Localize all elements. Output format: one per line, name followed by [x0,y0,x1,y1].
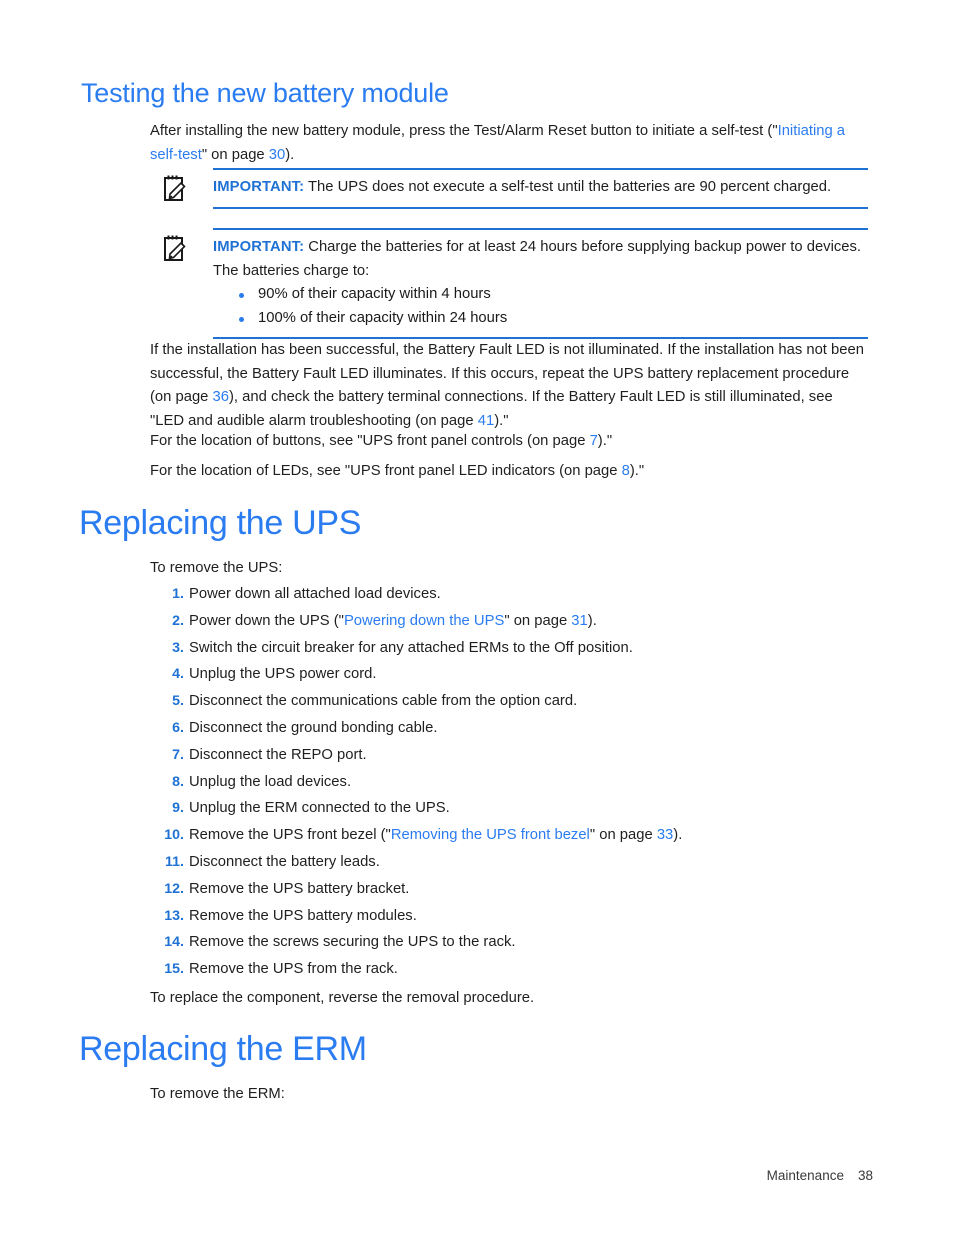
page-reference-31[interactable]: 31 [571,613,587,629]
page-title-replacing-the-erm: Replacing the ERM [79,1030,367,1068]
list-text: Switch the circuit breaker for any attac… [189,639,633,656]
list-text: Disconnect the REPO port. [189,746,367,763]
intro-replacing-erm: To remove the ERM: [150,1086,285,1102]
list-item: 10. Remove the UPS front bezel ("Removin… [150,824,870,851]
list-text: Remove the UPS battery modules. [189,907,417,924]
list-text: Unplug the load devices. [189,773,352,790]
list-item: 6. Disconnect the ground bonding cable. [150,717,870,744]
list-number: 8. [172,773,184,790]
step2-mid: " on page [504,612,572,629]
list-item: 9. Unplug the ERM connected to the UPS. [150,797,870,824]
page-reference-8[interactable]: 8 [622,463,630,479]
leds-text-part2: )." [629,463,645,479]
page-footer: Maintenance 38 [767,1168,873,1183]
list-text: Unplug the UPS power cord. [189,666,377,683]
list-item: 3. Switch the circuit breaker for any at… [150,637,870,664]
list-number: 4. [172,666,184,683]
important-label: IMPORTANT: [213,239,305,255]
link-powering-down-the-ups[interactable]: Powering down the UPS [344,613,504,629]
list-number: 3. [172,639,184,656]
list-number: 13. [164,907,184,924]
step2-post: ). [587,612,597,629]
intro-text-tail: ). [285,146,295,163]
result-text-part3: )." [494,412,509,429]
step10-pre: Remove the UPS front bezel (" [189,827,391,844]
list-text: Remove the UPS front bezel ("Removing th… [189,824,682,847]
important-note-1-body: IMPORTANT: The UPS does not execute a se… [213,168,868,209]
link-removing-the-ups-front-bezel[interactable]: Removing the UPS front bezel [391,827,590,843]
page-reference-36[interactable]: 36 [213,389,229,405]
list-number: 9. [172,800,184,817]
list-item: 8. Unplug the load devices. [150,771,870,798]
note-pencil-icon [163,174,191,204]
list-text: Power down all attached load devices. [189,586,441,602]
page-reference-41[interactable]: 41 [478,413,494,429]
note-pencil-icon [163,234,191,264]
list-number: 11. [165,853,184,870]
list-item: 2. Power down the UPS ("Powering down th… [150,610,870,637]
list-text: Unplug the ERM connected to the UPS. [189,800,450,817]
paragraph-installation-result: If the installation has been successful,… [150,339,868,433]
list-text: Remove the UPS battery bracket. [189,880,410,897]
page-title-testing-battery-module: Testing the new battery module [81,78,449,108]
list-number: 12. [164,880,184,897]
intro-text-before-link: After installing the new battery module,… [150,123,778,139]
list-number: 5. [172,693,184,710]
important-note-2-text: Charge the batteries for at least 24 hou… [213,239,862,279]
document-page: Testing the new battery module After ins… [0,0,954,1235]
list-text: Remove the UPS from the rack. [189,961,398,978]
page-reference-7[interactable]: 7 [590,433,598,449]
important-note-2-bullet-list: 90% of their capacity within 4 hours 100… [213,283,868,330]
list-item: 90% of their capacity within 4 hours [233,283,868,307]
paragraph-buttons-location: For the location of buttons, see "UPS fr… [150,430,868,454]
page-reference-30[interactable]: 30 [269,147,285,163]
list-number: 1. [172,586,184,602]
list-text: Remove the screws securing the UPS to th… [189,934,516,951]
intro-paragraph-testing: After installing the new battery module,… [150,120,868,167]
list-item: 5. Disconnect the communications cable f… [150,690,870,717]
list-item: 12. Remove the UPS battery bracket. [150,878,870,905]
list-number: 15. [164,961,184,978]
paragraph-leds-location: For the location of LEDs, see "UPS front… [150,460,868,484]
list-text: Disconnect the ground bonding cable. [189,719,438,736]
intro-replacing-ups: To remove the UPS: [150,560,283,576]
list-item: 100% of their capacity within 24 hours [233,307,868,331]
list-item: 14. Remove the screws securing the UPS t… [150,931,870,958]
intro-text-after-link: " on page [201,146,269,163]
list-text: Power down the UPS ("Powering down the U… [189,610,597,633]
leds-text-part1: For the location of LEDs, see "UPS front… [150,463,622,479]
important-note-1-text: The UPS does not execute a self-test unt… [307,179,832,195]
list-item: 1. Power down all attached load devices. [150,583,870,610]
list-item: 15. Remove the UPS from the rack. [150,958,870,985]
list-number: 10. [164,827,184,844]
page-reference-33[interactable]: 33 [657,827,673,843]
page-title-replacing-the-ups: Replacing the UPS [79,504,362,542]
list-number: 2. [172,612,184,629]
list-item: 7. Disconnect the REPO port. [150,744,870,771]
important-label: IMPORTANT: [213,179,305,195]
buttons-text-part1: For the location of buttons, see "UPS fr… [150,433,590,449]
list-text: Disconnect the battery leads. [189,853,380,870]
list-item: 4. Unplug the UPS power cord. [150,663,870,690]
buttons-text-part2: )." [597,433,613,449]
list-text: Disconnect the communications cable from… [189,693,578,710]
footer-page-number: 38 [857,1168,873,1183]
step10-post: ). [673,827,683,844]
important-note-2: IMPORTANT: Charge the batteries for at l… [163,228,868,339]
step10-mid: " on page [589,827,657,844]
step2-pre: Power down the UPS (" [189,612,344,629]
footer-section-name: Maintenance [766,1168,844,1183]
important-note-1: IMPORTANT: The UPS does not execute a se… [163,168,868,209]
ordered-list-replacing-ups: 1. Power down all attached load devices.… [150,583,870,985]
list-item: 11. Disconnect the battery leads. [150,851,870,878]
list-number: 6. [172,719,184,736]
list-item: 13. Remove the UPS battery modules. [150,905,870,932]
important-note-2-body: IMPORTANT: Charge the batteries for at l… [213,228,868,339]
closing-replacing-ups: To replace the component, reverse the re… [150,990,535,1006]
important-note-2-lead: IMPORTANT: Charge the batteries for at l… [213,236,868,283]
list-number: 14. [164,934,184,951]
list-number: 7. [172,746,184,763]
